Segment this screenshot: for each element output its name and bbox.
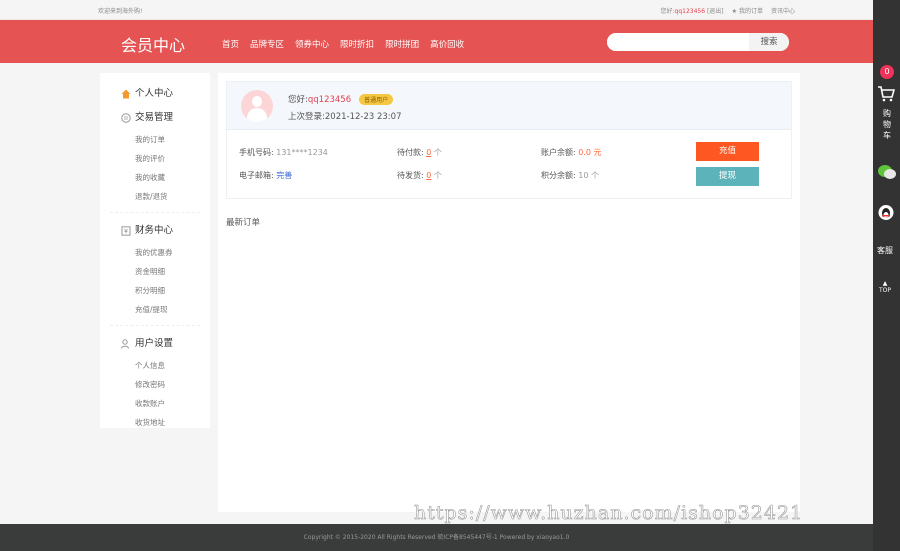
trade-icon <box>121 113 131 123</box>
sidebar-item-orders[interactable]: 我的订单 <box>100 130 210 149</box>
cart-label[interactable]: 购物车 <box>881 108 893 141</box>
sidebar: 个人中心 交易管理 我的订单 我的评价 我的收藏 退款/退货 财务中心 我的优惠… <box>100 73 210 428</box>
footer: Copyright © 2015-2020 All Rights Reserve… <box>0 524 873 551</box>
sidebar-item-favorites[interactable]: 我的收藏 <box>100 168 210 187</box>
watermark: https://www.huzhan.com/ishop32421 <box>414 502 804 525</box>
sidebar-item-coupons[interactable]: 我的优惠券 <box>100 243 210 262</box>
username-link[interactable]: qq123456 <box>675 8 706 15</box>
header: 会员中心 首页 品牌专区 领券中心 限时折扣 限时拼团 高价回收 搜索 <box>0 20 873 63</box>
greeting-label: 您好: <box>288 95 308 105</box>
last-login-value: 2021-12-23 23:07 <box>324 112 402 122</box>
sidebar-section-settings: 用户设置 <box>100 332 210 356</box>
pending-pay-label: 待付款: <box>397 148 424 157</box>
points-value: 10 个 <box>578 171 599 180</box>
nav-coupons[interactable]: 领券中心 <box>295 38 329 50</box>
divider <box>110 212 200 213</box>
pending-ship-label: 待发货: <box>397 171 424 180</box>
news-link[interactable]: 资讯中心 <box>771 6 795 15</box>
sidebar-item-password[interactable]: 修改密码 <box>100 375 210 394</box>
nav-recycle[interactable]: 高价回收 <box>430 38 464 50</box>
wechat-icon[interactable] <box>877 164 897 180</box>
avatar[interactable] <box>241 90 273 122</box>
nav-home[interactable]: 首页 <box>222 38 239 50</box>
points-label: 积分余额: <box>541 171 576 180</box>
sidebar-section-finance: 财务中心 <box>100 219 210 243</box>
divider <box>110 325 200 326</box>
cart-count-badge: 0 <box>880 65 894 79</box>
nav-discount[interactable]: 限时折扣 <box>340 38 374 50</box>
pending-ship-count[interactable]: 0 <box>426 171 431 180</box>
email-complete-link[interactable]: 完善 <box>276 171 292 180</box>
my-orders-link[interactable]: ★ 我的订单 <box>732 6 763 15</box>
nav-brands[interactable]: 品牌专区 <box>250 38 284 50</box>
right-toolbar <box>873 0 900 551</box>
unit: 个 <box>433 171 442 180</box>
sidebar-item-reviews[interactable]: 我的评价 <box>100 149 210 168</box>
cart-icon[interactable] <box>877 86 895 102</box>
balance-value: 0.0 元 <box>578 148 602 157</box>
greeting: 您好: <box>660 8 675 15</box>
recent-orders-heading: 最新订单 <box>226 218 261 228</box>
profile-username: qq123456 <box>307 95 352 105</box>
logout-link[interactable]: [退出] <box>707 8 724 15</box>
main-content: 您好:qq123456 普通用户 上次登录:2021-12-23 23:07 手机… <box>218 73 800 512</box>
withdraw-button[interactable]: 提现 <box>696 167 759 186</box>
sidebar-item-funds[interactable]: 资金明细 <box>100 262 210 281</box>
customer-service-link[interactable]: 客服 <box>877 245 893 256</box>
sidebar-item-refunds[interactable]: 退款/退货 <box>100 187 210 206</box>
search-box: 搜索 <box>607 33 789 51</box>
user-icon <box>121 339 129 349</box>
star-icon: ★ <box>731 8 738 15</box>
nav-group-buy[interactable]: 限时拼团 <box>385 38 419 50</box>
top-bar: 欢迎来到海外购! 您好:qq123456 [退出] ★ 我的订单 资讯中心 <box>0 0 873 20</box>
email-label: 电子邮箱: <box>239 171 274 180</box>
sidebar-item-recharge[interactable]: 充值/提现 <box>100 300 210 319</box>
sidebar-item-profile[interactable]: 个人信息 <box>100 356 210 375</box>
page-title: 会员中心 <box>121 36 186 55</box>
unit: 个 <box>433 148 442 157</box>
sidebar-item-address[interactable]: 收货地址 <box>100 413 210 432</box>
search-input[interactable] <box>607 33 749 51</box>
sidebar-item-points[interactable]: 积分明细 <box>100 281 210 300</box>
pending-pay-count[interactable]: 0 <box>426 148 431 157</box>
main-nav: 首页 品牌专区 领券中心 限时折扣 限时拼团 高价回收 <box>222 38 464 50</box>
profile-card: 您好:qq123456 普通用户 上次登录:2021-12-23 23:07 手机… <box>226 81 792 199</box>
phone-label: 手机号码: <box>239 148 274 157</box>
level-badge: 普通用户 <box>359 94 394 105</box>
back-to-top-button[interactable]: ▲ TOP <box>879 280 891 294</box>
balance-label: 账户余额: <box>541 148 576 157</box>
qq-icon[interactable] <box>878 204 894 221</box>
recharge-button[interactable]: 充值 <box>696 142 759 161</box>
home-icon <box>121 89 131 99</box>
sidebar-section-trade: 交易管理 <box>100 106 210 130</box>
finance-icon <box>121 226 131 236</box>
phone-value: 131****1234 <box>276 148 328 157</box>
sidebar-home[interactable]: 个人中心 <box>100 82 210 106</box>
arrow-up-icon: ▲ <box>882 280 888 287</box>
sidebar-item-payee[interactable]: 收款账户 <box>100 394 210 413</box>
welcome-text: 欢迎来到海外购! <box>98 8 143 15</box>
search-button[interactable]: 搜索 <box>749 33 789 51</box>
last-login-label: 上次登录: <box>288 112 325 122</box>
